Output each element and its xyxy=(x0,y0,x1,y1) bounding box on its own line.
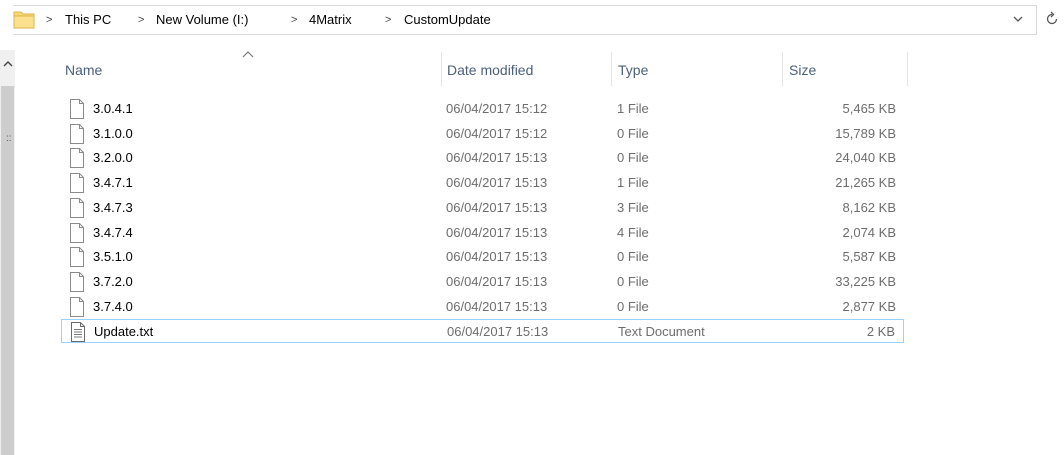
file-type: 0 File xyxy=(617,126,649,141)
file-type: 1 File xyxy=(617,175,649,190)
file-row[interactable]: 3.5.1.0 06/04/2017 15:13 0 File 5,587 KB xyxy=(61,245,904,269)
file-name: 3.7.4.0 xyxy=(93,299,133,314)
file-date-modified: 06/04/2017 15:13 xyxy=(446,175,548,190)
file-name: Update.txt xyxy=(94,324,154,339)
breadcrumb-new-volume[interactable]: New Volume (I:) xyxy=(156,11,248,29)
file-icon xyxy=(70,173,84,193)
file-size: 5,465 KB xyxy=(842,101,897,116)
chevron-down-icon[interactable] xyxy=(1012,13,1024,25)
column-header-type[interactable]: Type xyxy=(614,55,780,85)
file-name: 3.2.0.0 xyxy=(93,150,133,165)
column-divider[interactable] xyxy=(611,52,612,86)
breadcrumb-separator[interactable]: > xyxy=(46,11,52,29)
file-type: 0 File xyxy=(617,299,649,314)
navigation-pane: :: xyxy=(0,50,33,455)
breadcrumb-separator[interactable]: > xyxy=(291,11,297,29)
address-bar: > This PC > New Volume (I:) > 4Matrix > … xyxy=(0,0,1064,40)
file-date-modified: 06/04/2017 15:13 xyxy=(447,324,549,339)
breadcrumb-this-pc[interactable]: This PC xyxy=(65,11,111,29)
file-row[interactable]: 3.4.7.3 06/04/2017 15:13 3 File 8,162 KB xyxy=(61,196,904,220)
file-icon xyxy=(70,247,84,267)
nav-scrollbar[interactable] xyxy=(0,50,15,455)
file-name: 3.7.2.0 xyxy=(93,274,133,289)
file-size: 2,877 KB xyxy=(842,299,897,314)
file-row[interactable]: 3.2.0.0 06/04/2017 15:13 0 File 24,040 KB xyxy=(61,146,904,170)
breadcrumb-separator[interactable]: > xyxy=(138,11,144,29)
file-name: 3.0.4.1 xyxy=(93,101,133,116)
file-type: 1 File xyxy=(617,101,649,116)
file-date-modified: 06/04/2017 15:13 xyxy=(446,225,548,240)
file-icon xyxy=(70,99,84,119)
breadcrumb-separator[interactable]: > xyxy=(385,11,391,29)
pane-resize-grip[interactable]: :: xyxy=(6,134,12,144)
file-row[interactable]: 3.0.4.1 06/04/2017 15:12 1 File 5,465 KB xyxy=(61,97,904,121)
column-header-date-modified[interactable]: Date modified xyxy=(443,55,609,85)
file-type: 4 File xyxy=(617,225,649,240)
file-row[interactable]: 3.7.4.0 06/04/2017 15:13 0 File 2,877 KB xyxy=(61,295,904,319)
file-type: Text Document xyxy=(618,324,705,339)
file-icon xyxy=(70,198,84,218)
file-row[interactable]: 3.1.0.0 06/04/2017 15:12 0 File 15,789 KB xyxy=(61,122,904,146)
file-type: 3 File xyxy=(617,200,649,215)
text-document-icon xyxy=(71,322,85,342)
column-divider[interactable] xyxy=(441,52,442,86)
file-size: 5,587 KB xyxy=(842,249,897,264)
file-icon xyxy=(70,148,84,168)
column-divider[interactable] xyxy=(907,52,908,86)
file-size: 24,040 KB xyxy=(835,150,896,165)
column-header-size[interactable]: Size xyxy=(785,55,905,85)
column-divider[interactable] xyxy=(782,52,783,86)
file-size: 2,074 KB xyxy=(842,225,897,240)
breadcrumb-customupdate[interactable]: CustomUpdate xyxy=(404,11,491,29)
file-name: 3.4.7.1 xyxy=(93,175,133,190)
file-date-modified: 06/04/2017 15:12 xyxy=(446,126,548,141)
file-date-modified: 06/04/2017 15:12 xyxy=(446,101,548,116)
file-name: 3.4.7.3 xyxy=(93,200,133,215)
file-size: 8,162 KB xyxy=(842,200,897,215)
file-row[interactable]: 3.7.2.0 06/04/2017 15:13 0 File 33,225 KB xyxy=(61,270,904,294)
file-row[interactable]: Update.txt 06/04/2017 15:13 Text Document 2… xyxy=(61,319,904,343)
file-size: 15,789 KB xyxy=(835,126,896,141)
file-name: 3.1.0.0 xyxy=(93,126,133,141)
folder-icon xyxy=(13,11,35,29)
file-size: 33,225 KB xyxy=(835,274,896,289)
file-size: 2 KB xyxy=(866,324,895,339)
file-date-modified: 06/04/2017 15:13 xyxy=(446,274,548,289)
file-date-modified: 06/04/2017 15:13 xyxy=(446,200,548,215)
file-icon xyxy=(70,272,84,292)
file-type: 0 File xyxy=(617,274,649,289)
file-name: 3.5.1.0 xyxy=(93,249,133,264)
file-row[interactable]: 3.4.7.4 06/04/2017 15:13 4 File 2,074 KB xyxy=(61,221,904,245)
file-date-modified: 06/04/2017 15:13 xyxy=(446,150,548,165)
file-icon xyxy=(70,124,84,144)
column-header-name[interactable]: Name xyxy=(61,55,436,85)
scroll-up-arrow-icon[interactable] xyxy=(3,60,13,68)
breadcrumb-4matrix[interactable]: 4Matrix xyxy=(309,11,352,29)
refresh-icon[interactable] xyxy=(1044,11,1060,27)
file-type: 0 File xyxy=(617,249,649,264)
file-icon xyxy=(70,223,84,243)
file-icon xyxy=(70,297,84,317)
file-date-modified: 06/04/2017 15:13 xyxy=(446,299,548,314)
file-date-modified: 06/04/2017 15:13 xyxy=(446,249,548,264)
file-row[interactable]: 3.4.7.1 06/04/2017 15:13 1 File 21,265 KB xyxy=(61,171,904,195)
file-name: 3.4.7.4 xyxy=(93,225,133,240)
file-size: 21,265 KB xyxy=(835,175,896,190)
file-type: 0 File xyxy=(617,150,649,165)
